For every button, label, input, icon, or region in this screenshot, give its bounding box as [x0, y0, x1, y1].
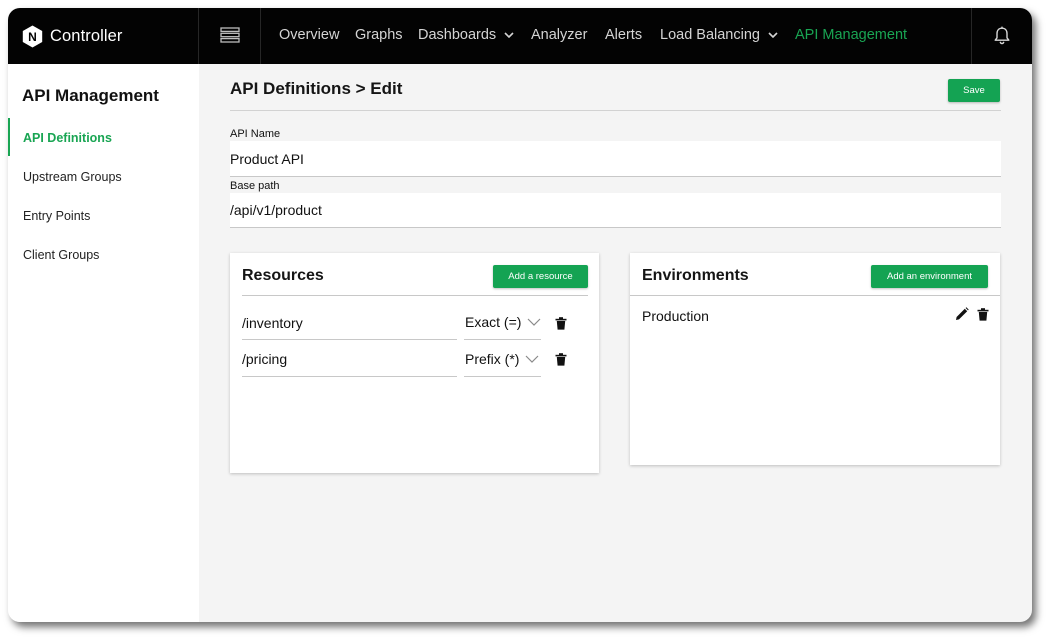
nav-label: Alerts: [605, 27, 643, 43]
resource-match-value: Prefix (*): [465, 351, 520, 367]
nav-label: Graphs: [355, 27, 403, 43]
environments-divider: [630, 295, 1000, 296]
resources-title: Resources: [242, 267, 324, 284]
brand[interactable]: N Controller: [22, 24, 123, 48]
trash-icon[interactable]: [977, 308, 989, 321]
add-resource-button[interactable]: Add a resource: [493, 265, 588, 288]
sidebar: API Management API Definitions Upstream …: [8, 64, 199, 622]
chevron-down-icon: [526, 355, 539, 363]
api-name-value: Product API: [230, 150, 304, 167]
sidebar-item-entry-points[interactable]: Entry Points: [23, 209, 90, 223]
resource-path-input[interactable]: /pricing: [242, 351, 287, 367]
title-divider: [230, 110, 1001, 111]
list-menu-icon[interactable]: [220, 27, 240, 43]
chevron-down-icon: [504, 32, 514, 38]
base-path-input[interactable]: /api/v1/product: [230, 193, 1001, 228]
trash-icon[interactable]: [555, 317, 567, 330]
sidebar-active-indicator: [8, 118, 10, 156]
resource-path-underline: [242, 376, 457, 377]
resources-divider: [242, 295, 588, 296]
bell-icon[interactable]: [993, 26, 1011, 45]
sidebar-item-api-definitions[interactable]: API Definitions: [23, 131, 112, 145]
trash-icon[interactable]: [555, 353, 567, 366]
svg-text:N: N: [28, 30, 37, 44]
resource-path-input[interactable]: /inventory: [242, 315, 303, 331]
nav-api-management[interactable]: API Management: [795, 27, 907, 43]
chevron-down-icon: [527, 318, 541, 326]
save-button[interactable]: Save: [948, 79, 1000, 102]
nav-label: Overview: [279, 27, 340, 43]
page-title: API Definitions > Edit: [230, 79, 403, 98]
environments-title: Environments: [642, 267, 749, 284]
nav-dashboards[interactable]: Dashboards: [418, 27, 514, 43]
base-path-label: Base path: [230, 180, 280, 192]
resource-path-underline: [242, 339, 457, 340]
nav-divider: [971, 8, 972, 64]
api-name-input[interactable]: Product API: [230, 141, 1001, 177]
nav-alerts[interactable]: Alerts: [605, 27, 642, 43]
nav-label: Analyzer: [531, 27, 588, 43]
app-window: N Controller Overview Graphs Dashboards …: [8, 8, 1032, 622]
add-environment-button[interactable]: Add an environment: [871, 265, 988, 288]
environments-card: Environments Add an environment Producti…: [630, 253, 1000, 465]
resource-match-select[interactable]: Prefix (*): [465, 351, 539, 367]
save-button-label: Save: [963, 85, 985, 96]
nav-overview[interactable]: Overview: [279, 27, 339, 43]
add-resource-label: Add a resource: [508, 271, 573, 282]
nav-label: Load Balancing: [660, 27, 760, 43]
resource-match-select[interactable]: Exact (=): [465, 314, 541, 330]
resource-match-underline: [464, 376, 541, 377]
pencil-icon[interactable]: [955, 307, 969, 321]
nav-analyzer[interactable]: Analyzer: [531, 27, 587, 43]
brand-name: Controller: [50, 26, 123, 45]
resources-card: Resources Add a resource /inventory Exac…: [230, 253, 599, 473]
resource-match-value: Exact (=): [465, 314, 522, 330]
sidebar-title: API Management: [22, 86, 159, 105]
nav-load-balancing[interactable]: Load Balancing: [660, 27, 778, 43]
nav-divider: [198, 8, 199, 64]
base-path-value: /api/v1/product: [230, 202, 322, 218]
api-name-label: API Name: [230, 128, 281, 140]
add-environment-label: Add an environment: [886, 271, 973, 282]
nav-divider: [260, 8, 261, 64]
nav-graphs[interactable]: Graphs: [355, 27, 403, 43]
sidebar-item-upstream-groups[interactable]: Upstream Groups: [23, 170, 122, 184]
environment-name[interactable]: Production: [642, 308, 709, 324]
resource-match-underline: [464, 339, 541, 340]
sidebar-item-client-groups[interactable]: Client Groups: [23, 248, 99, 262]
nav-label: Dashboards: [418, 27, 497, 43]
chevron-down-icon: [768, 32, 778, 38]
top-navbar: N Controller Overview Graphs Dashboards …: [8, 8, 1032, 64]
nav-label: API Management: [795, 27, 908, 43]
nginx-logo-icon: N: [22, 25, 43, 47]
